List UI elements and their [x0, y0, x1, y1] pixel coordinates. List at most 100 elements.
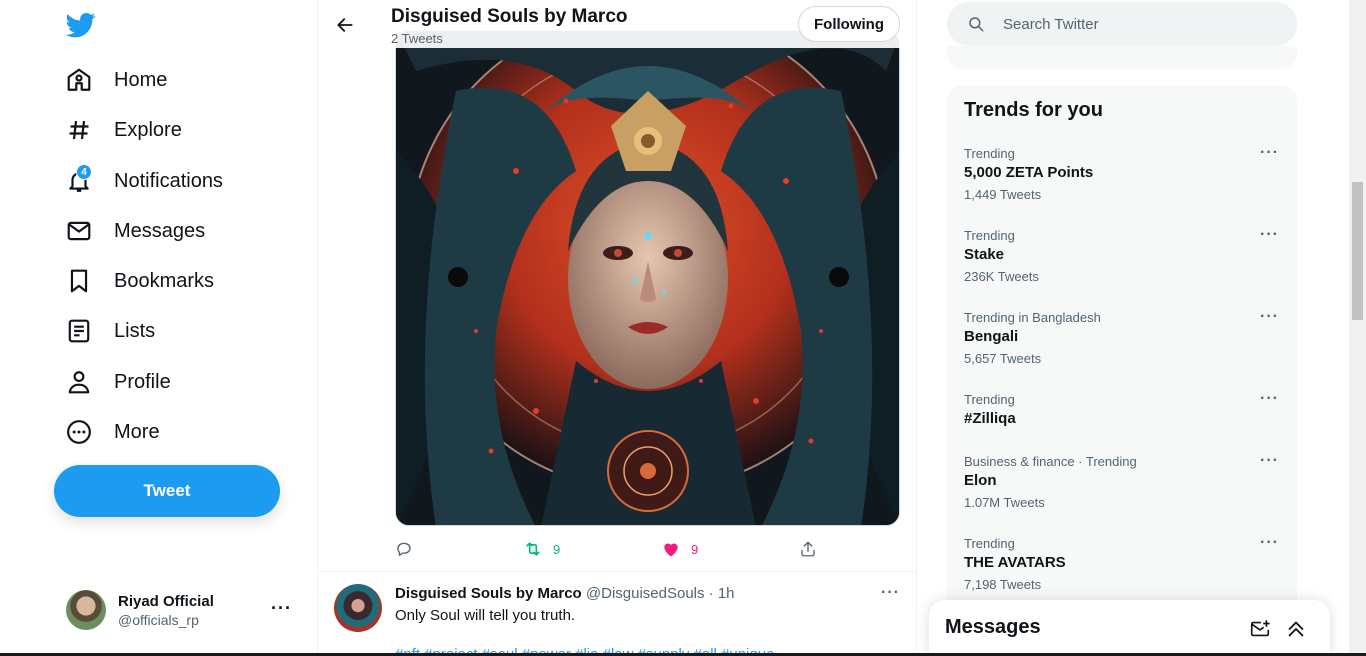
- like-count: 9: [691, 541, 699, 557]
- trend-item[interactable]: Business & finance · Trending Elon 1.07M…: [947, 452, 1297, 532]
- notification-count-badge: 4: [76, 164, 92, 180]
- nav-more-label: More: [114, 420, 160, 443]
- right-sidebar: Trends for you Trending 5,000 ZETA Point…: [947, 0, 1297, 656]
- nav-more[interactable]: More: [64, 412, 160, 452]
- nav-explore[interactable]: Explore: [64, 110, 182, 150]
- share-icon: [801, 541, 815, 557]
- nav-bookmarks[interactable]: Bookmarks: [64, 261, 214, 301]
- trend-item[interactable]: Trending in Bangladesh Bengali 5,657 Twe…: [947, 308, 1297, 388]
- main-timeline: Disguised Souls by Marco 2 Tweets Follow…: [317, 0, 917, 656]
- search-input[interactable]: [1003, 15, 1263, 33]
- trend-count: 1.07M Tweets: [964, 495, 1045, 510]
- trends-title: Trends for you: [964, 99, 1103, 121]
- trend-item[interactable]: Trending 5,000 ZETA Points 1,449 Tweets …: [947, 144, 1297, 224]
- trends-panel: Trends for you Trending 5,000 ZETA Point…: [947, 85, 1297, 656]
- tweet-more-icon[interactable]: ···: [881, 584, 900, 602]
- reply-icon: [397, 542, 411, 557]
- reply-button[interactable]: [395, 538, 413, 560]
- trend-name: Elon: [964, 472, 997, 489]
- bell-icon: 4: [64, 164, 94, 196]
- trend-name: Stake: [964, 246, 1005, 263]
- new-message-icon[interactable]: [1249, 618, 1271, 640]
- trend-more-icon[interactable]: ···: [1260, 308, 1279, 326]
- tweet-author-name[interactable]: Disguised Souls by Marco: [395, 585, 582, 602]
- envelope-icon: [64, 216, 94, 246]
- account-name: Riyad Official: [118, 592, 214, 610]
- home-icon: [64, 65, 94, 95]
- trend-context: Trending: [964, 228, 1015, 243]
- trend-context: Trending: [964, 392, 1015, 407]
- tweet-item[interactable]: Disguised Souls by Marco @DisguisedSouls…: [318, 572, 916, 656]
- tweet-button[interactable]: Tweet: [54, 465, 280, 517]
- list-icon: [64, 316, 94, 346]
- trend-count: 236K Tweets: [964, 269, 1039, 284]
- twitter-bird-icon[interactable]: [65, 10, 96, 40]
- trend-more-icon[interactable]: ···: [1260, 534, 1279, 552]
- trend-count: 1,449 Tweets: [964, 187, 1042, 202]
- nav-profile[interactable]: Profile: [64, 362, 171, 402]
- profile-header-bar: Disguised Souls by Marco 2 Tweets Follow…: [318, 0, 916, 48]
- trend-more-icon[interactable]: ···: [1260, 144, 1279, 162]
- tweet-author-handle[interactable]: @DisguisedSouls · 1h: [586, 585, 735, 602]
- search-icon: [969, 17, 984, 32]
- trend-name: 5,000 ZETA Points: [964, 164, 1094, 181]
- account-switcher[interactable]: Riyad Official @officials_rp ···: [62, 582, 302, 638]
- trend-item[interactable]: Trending Stake 236K Tweets ···: [947, 226, 1297, 306]
- account-handle: @officials_rp: [118, 611, 199, 628]
- trend-context: Trending: [964, 146, 1015, 161]
- page-title: Disguised Souls by Marco: [391, 6, 628, 27]
- trend-more-icon[interactable]: ···: [1260, 452, 1279, 470]
- retweet-icon: [526, 542, 540, 556]
- nav-home[interactable]: Home: [64, 60, 167, 100]
- artwork-illustration: [396, 31, 899, 525]
- tweet-media-image[interactable]: [395, 30, 900, 526]
- person-icon: [64, 367, 94, 397]
- messages-drawer-title: Messages: [945, 616, 1041, 638]
- nav-messages-label: Messages: [114, 219, 206, 242]
- like-button[interactable]: 9: [661, 538, 698, 560]
- who-to-follow-stub: [947, 46, 1297, 69]
- trend-count: 5,657 Tweets: [964, 351, 1042, 366]
- trend-more-icon[interactable]: ···: [1260, 226, 1279, 244]
- nav-bookmarks-label: Bookmarks: [114, 269, 215, 292]
- nav-notifications[interactable]: 4 Notifications: [64, 161, 223, 201]
- hashtag-icon: [64, 115, 94, 145]
- following-button[interactable]: Following: [798, 6, 900, 42]
- back-arrow-icon[interactable]: [332, 12, 358, 38]
- trend-name: #Zilliqa: [964, 410, 1016, 427]
- page-scrollbar[interactable]: [1349, 0, 1366, 656]
- avatar: [66, 590, 106, 630]
- bookmark-icon: [64, 266, 94, 296]
- search-box[interactable]: [947, 2, 1297, 46]
- nav-notifications-label: Notifications: [114, 169, 223, 192]
- retweet-button[interactable]: 9: [523, 538, 560, 560]
- retweet-count: 9: [553, 541, 561, 557]
- nav-lists-label: Lists: [114, 319, 156, 342]
- account-more-icon[interactable]: ···: [271, 598, 292, 619]
- trend-more-icon[interactable]: ···: [1260, 390, 1279, 408]
- nav-lists[interactable]: Lists: [64, 311, 155, 351]
- more-circle-icon: [64, 417, 94, 447]
- nav-messages[interactable]: Messages: [64, 211, 205, 251]
- trend-context: Trending: [964, 536, 1015, 551]
- nav-home-label: Home: [114, 68, 168, 91]
- nav-explore-label: Explore: [114, 118, 182, 141]
- trend-context: Business & finance · Trending: [964, 454, 1137, 469]
- chevron-up-double-icon[interactable]: [1285, 618, 1307, 640]
- left-sidebar: Home Explore 4 Notifications Messages Bo…: [0, 0, 318, 656]
- trend-context: Trending in Bangladesh: [964, 310, 1101, 325]
- share-button[interactable]: [799, 538, 817, 560]
- scrollbar-thumb[interactable]: [1352, 182, 1363, 320]
- trend-name: Bengali: [964, 328, 1019, 345]
- trend-item[interactable]: Trending #Zilliqa ···: [947, 390, 1297, 450]
- nav-profile-label: Profile: [114, 370, 171, 393]
- trend-count: 7,198 Tweets: [964, 577, 1042, 592]
- tweet-count: 2 Tweets: [391, 31, 443, 46]
- heart-icon: [664, 543, 678, 557]
- messages-drawer[interactable]: Messages: [929, 600, 1330, 656]
- tweet-actions-bar: 9 9: [395, 538, 825, 560]
- tweet-author-avatar[interactable]: [334, 584, 382, 632]
- tweet-text: Only Soul will tell you truth.: [395, 607, 576, 624]
- tweet-header: Disguised Souls by Marco @DisguisedSouls…: [395, 585, 735, 602]
- trend-name: THE AVATARS: [964, 554, 1066, 571]
